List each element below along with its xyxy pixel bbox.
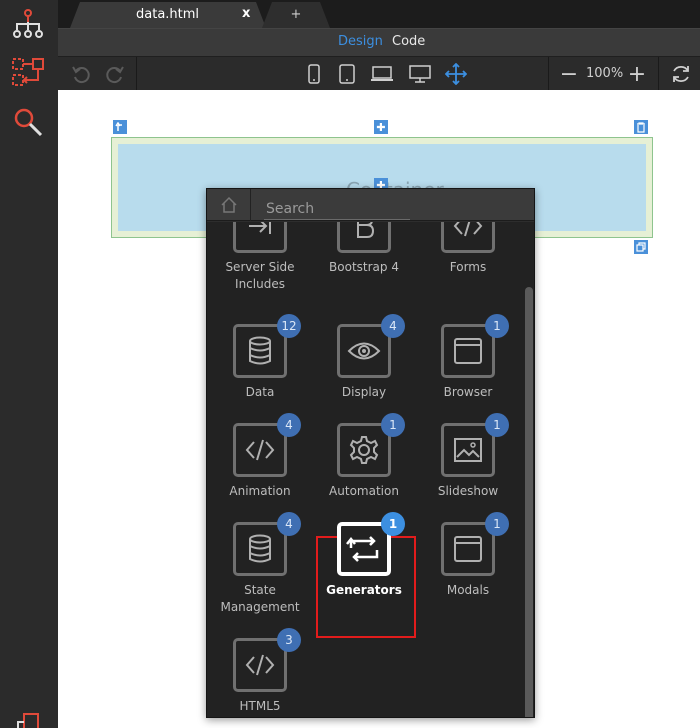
bootstrap-icon	[337, 222, 391, 253]
tab-data-html[interactable]: data.html x	[70, 2, 266, 28]
component-category[interactable]: 4 Display	[312, 314, 416, 420]
count-badge: 1	[485, 512, 509, 536]
tablet-view-icon[interactable]	[335, 57, 359, 91]
count-badge: 4	[381, 314, 405, 338]
tab-bar: data.html x +	[58, 0, 700, 28]
left-sidebar	[0, 0, 58, 728]
count-badge: 1	[381, 413, 405, 437]
component-category[interactable]: 3 HTML5	[208, 628, 312, 717]
zoom-out-button[interactable]: −	[556, 57, 582, 91]
desktop-view-icon[interactable]	[406, 57, 434, 91]
category-label: Bootstrap 4	[329, 260, 399, 274]
component-category[interactable]: 1 Browser	[416, 314, 520, 420]
redo-icon[interactable]	[102, 57, 128, 91]
component-category[interactable]: 4 State Management	[208, 512, 312, 618]
structure-tree-icon[interactable]	[9, 6, 47, 42]
component-category[interactable]: 4 Animation	[208, 413, 312, 519]
new-tab-button[interactable]: +	[262, 2, 330, 28]
duplicate-icon[interactable]	[634, 240, 648, 254]
count-badge: 4	[277, 512, 301, 536]
count-badge: 1	[485, 413, 509, 437]
code-view-button[interactable]: Code	[392, 34, 425, 49]
component-search-input[interactable]	[264, 198, 410, 220]
category-label: Browser	[443, 385, 493, 399]
tab-title: data.html	[136, 7, 200, 22]
category-label: Generators	[326, 583, 402, 597]
app-window: data.html x + Design Code − 100% + ✚ ✚ S…	[0, 0, 700, 728]
count-badge: 3	[277, 628, 301, 652]
category-label: Forms	[449, 260, 487, 274]
home-icon[interactable]	[207, 189, 251, 221]
component-category[interactable]: 1 Bootstrap 4	[312, 222, 416, 295]
component-picker-popup: 1 Server Side Includes 1 Bootstrap 4 1 F…	[206, 188, 535, 718]
component-category[interactable]: 1 Slideshow	[416, 413, 520, 519]
panels-icon[interactable]	[9, 706, 47, 728]
count-badge: 12	[277, 314, 301, 338]
category-label: Data	[245, 385, 275, 399]
laptop-view-icon[interactable]	[368, 57, 396, 91]
toolbar: − 100% +	[58, 56, 700, 91]
category-label: State Management	[220, 583, 300, 614]
search-icon[interactable]	[9, 104, 47, 140]
category-label: Display	[341, 385, 387, 399]
app-connect-icon[interactable]	[9, 54, 47, 90]
count-badge: 4	[277, 413, 301, 437]
count-badge: 1	[381, 512, 405, 536]
category-label: Modals	[446, 583, 490, 597]
toolbar-divider	[658, 57, 659, 91]
category-label: Automation	[329, 484, 399, 498]
component-category[interactable]: 1 Modals	[416, 512, 520, 618]
category-label: Animation	[229, 484, 291, 498]
mobile-view-icon[interactable]	[302, 57, 326, 91]
component-category-generators[interactable]: 1 Generators	[312, 512, 416, 618]
component-list: 1 Server Side Includes 1 Bootstrap 4 1 F…	[207, 222, 534, 717]
fluid-view-icon[interactable]	[442, 57, 470, 91]
design-view-button[interactable]: Design	[338, 34, 383, 49]
zoom-in-button[interactable]: +	[624, 57, 650, 91]
toolbar-divider	[548, 57, 549, 91]
category-label: Server Side Includes	[225, 260, 295, 291]
popup-scrollbar[interactable]	[525, 287, 533, 717]
component-category[interactable]: 1 Forms	[416, 222, 520, 295]
category-label: Slideshow	[437, 484, 499, 498]
view-mode-bar: Design Code	[58, 28, 700, 56]
toolbar-divider	[136, 57, 137, 91]
component-category[interactable]: 1 Server Side Includes	[208, 222, 312, 295]
category-label: HTML5	[239, 699, 281, 713]
count-badge: 1	[485, 314, 509, 338]
delete-icon[interactable]	[634, 120, 648, 134]
refresh-icon[interactable]	[668, 57, 694, 91]
popup-header	[207, 189, 534, 221]
code-icon	[441, 222, 495, 253]
add-element-top-icon[interactable]: ✚	[374, 120, 388, 134]
select-parent-icon[interactable]	[113, 120, 127, 134]
component-category[interactable]: 1 Automation	[312, 413, 416, 519]
arrow-right-icon	[233, 222, 287, 253]
zoom-level: 100%	[586, 66, 624, 81]
close-tab-button[interactable]: x	[242, 6, 250, 21]
undo-icon[interactable]	[68, 57, 94, 91]
component-category[interactable]: 12 Data	[208, 314, 312, 420]
